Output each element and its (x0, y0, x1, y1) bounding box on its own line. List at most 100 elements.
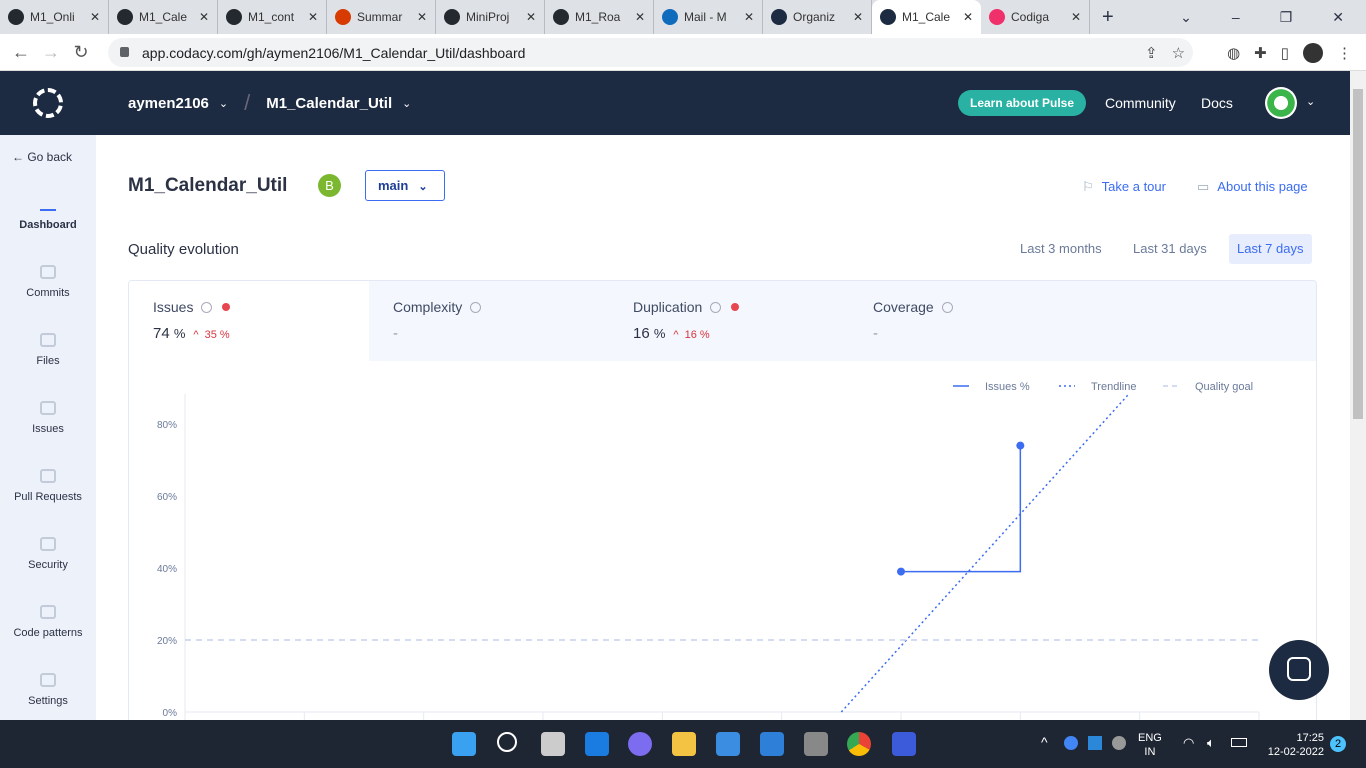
back-icon[interactable]: ← (6, 42, 36, 63)
about-page-link[interactable]: ▭ About this page (1197, 179, 1308, 195)
close-tab-icon[interactable]: ✕ (963, 10, 973, 24)
browser-tab[interactable]: M1_Cale ✕ (872, 0, 981, 34)
help-icon[interactable] (941, 302, 953, 313)
y-tick-label: 60% (157, 492, 177, 503)
sidebar-item-security[interactable]: Security (0, 520, 96, 588)
chrome-icon[interactable] (847, 732, 871, 756)
sidepanel-icon[interactable]: ▯ (1281, 44, 1289, 62)
share-icon[interactable]: ⇪ (1145, 44, 1158, 62)
browser-tab[interactable]: M1_cont ✕ (218, 0, 327, 34)
range-3-months[interactable]: Last 3 months (1012, 234, 1110, 264)
repo-selector[interactable]: M1_Calendar_Util (266, 95, 392, 112)
sidebar-item-dashboard[interactable]: Dashboard (0, 180, 96, 248)
wifi-icon[interactable]: ◠ (1183, 735, 1194, 751)
dev-app-icon[interactable] (892, 732, 916, 756)
codacy-logo[interactable] (0, 88, 96, 118)
help-icon[interactable] (710, 302, 722, 313)
scrollbar[interactable] (1350, 71, 1366, 720)
tab-search-icon[interactable]: ⌄ (1180, 9, 1192, 26)
close-window-button[interactable]: ✕ (1332, 9, 1344, 26)
help-icon[interactable] (201, 302, 213, 313)
chevron-down-icon[interactable]: ⌄ (219, 97, 228, 110)
url-input[interactable]: app.codacy.com/gh/aymen2106/M1_Calendar_… (108, 38, 1193, 67)
close-tab-icon[interactable]: ✕ (1071, 10, 1081, 24)
sidebar-item-code-patterns[interactable]: Code patterns (0, 588, 96, 656)
range-31-days[interactable]: Last 31 days (1125, 234, 1215, 264)
divider: / (244, 90, 251, 115)
org-selector[interactable]: aymen2106 (128, 95, 209, 112)
extensions-icon[interactable]: ✚ (1254, 44, 1267, 62)
browser-tab[interactable]: M1_Roa ✕ (545, 0, 654, 34)
close-tab-icon[interactable]: ✕ (199, 10, 209, 24)
metric-tab-coverage[interactable]: Coverage - (849, 281, 1089, 361)
reload-icon[interactable]: ↻ (66, 42, 96, 63)
new-tab-button[interactable]: + (1090, 0, 1126, 34)
task-view-icon[interactable] (541, 732, 565, 756)
scrollbar-thumb[interactable] (1353, 89, 1363, 419)
widgets-icon[interactable] (585, 732, 609, 756)
calculator-icon[interactable] (804, 732, 828, 756)
sidebar-item-pull-requests[interactable]: Pull Requests (0, 452, 96, 520)
close-tab-icon[interactable]: ✕ (417, 10, 427, 24)
close-tab-icon[interactable]: ✕ (308, 10, 318, 24)
store-icon[interactable] (716, 732, 740, 756)
metric-tab-issues[interactable]: Issues 74 % ^ 35 % (129, 281, 369, 361)
browser-tab[interactable]: M1_Onli ✕ (0, 0, 109, 34)
tray-chevron-icon[interactable]: ^ (1041, 734, 1048, 750)
docs-link[interactable]: Docs (1201, 95, 1233, 111)
browser-tab[interactable]: Codiga ✕ (981, 0, 1090, 34)
battery-icon[interactable] (1231, 738, 1247, 747)
metric-delta: 35 % (205, 329, 230, 341)
learn-pulse-button[interactable]: Learn about Pulse (958, 90, 1087, 116)
start-icon[interactable] (452, 732, 476, 756)
chevron-down-icon[interactable]: ⌄ (1306, 95, 1315, 108)
sidebar-item-settings[interactable]: Settings (0, 656, 96, 724)
browser-tab[interactable]: Organiz ✕ (763, 0, 872, 34)
close-tab-icon[interactable]: ✕ (853, 10, 863, 24)
restore-button[interactable]: ❐ (1280, 9, 1293, 26)
menu-icon[interactable]: ⋮ (1337, 44, 1352, 62)
forward-icon[interactable]: → (36, 42, 66, 63)
issues-data-point (1016, 441, 1025, 450)
range-7-days[interactable]: Last 7 days (1229, 234, 1312, 264)
metric-tab-complexity[interactable]: Complexity - (369, 281, 609, 361)
branch-label: main (378, 178, 409, 193)
security-tray-icon[interactable] (1088, 736, 1102, 750)
close-tab-icon[interactable]: ✕ (635, 10, 645, 24)
notification-badge[interactable]: 2 (1330, 736, 1346, 752)
branch-selector[interactable]: main ⌄ (365, 170, 445, 201)
chat-widget-button[interactable] (1269, 640, 1329, 700)
help-icon[interactable] (470, 302, 482, 313)
sidebar-item-commits[interactable]: Commits (0, 248, 96, 316)
chevron-down-icon[interactable]: ⌄ (402, 97, 411, 110)
sidebar-item-issues[interactable]: Issues (0, 384, 96, 452)
browser-tab[interactable]: Mail - M ✕ (654, 0, 763, 34)
globe-icon[interactable]: ◍ (1227, 44, 1240, 62)
chrome-tray-icon[interactable] (1064, 736, 1078, 750)
community-link[interactable]: Community (1105, 95, 1176, 111)
go-back-link[interactable]: ← Go back (0, 135, 96, 164)
sidebar-item-files[interactable]: Files (0, 316, 96, 384)
bookmark-star-icon[interactable]: ☆ (1172, 44, 1185, 62)
teams-chat-icon[interactable] (628, 732, 652, 756)
sidebar-item-label: Pull Requests (14, 491, 82, 503)
browser-tab[interactable]: M1_Cale ✕ (109, 0, 218, 34)
take-tour-link[interactable]: ⚐ Take a tour (1082, 179, 1166, 195)
search-icon[interactable] (497, 732, 517, 752)
mail-icon[interactable] (760, 732, 784, 756)
close-tab-icon[interactable]: ✕ (744, 10, 754, 24)
onedrive-tray-icon[interactable] (1112, 736, 1126, 750)
file-explorer-icon[interactable] (672, 732, 696, 756)
close-tab-icon[interactable]: ✕ (526, 10, 536, 24)
metric-tab-duplication[interactable]: Duplication 16 % ^ 16 % (609, 281, 849, 361)
clock[interactable]: 17:25 12-02-2022 (1260, 731, 1324, 759)
browser-tab[interactable]: MiniProj ✕ (436, 0, 545, 34)
browser-tab[interactable]: Summar ✕ (327, 0, 436, 34)
minimize-button[interactable]: – (1232, 9, 1240, 25)
profile-avatar[interactable] (1303, 42, 1323, 63)
volume-icon[interactable]: 🔈︎ (1207, 735, 1215, 751)
quality-card: Issues 74 % ^ 35 % Complexity - Duplication 16 … (128, 280, 1317, 730)
language-indicator[interactable]: ENG IN (1138, 731, 1162, 759)
close-tab-icon[interactable]: ✕ (90, 10, 100, 24)
user-avatar[interactable] (1265, 87, 1297, 119)
